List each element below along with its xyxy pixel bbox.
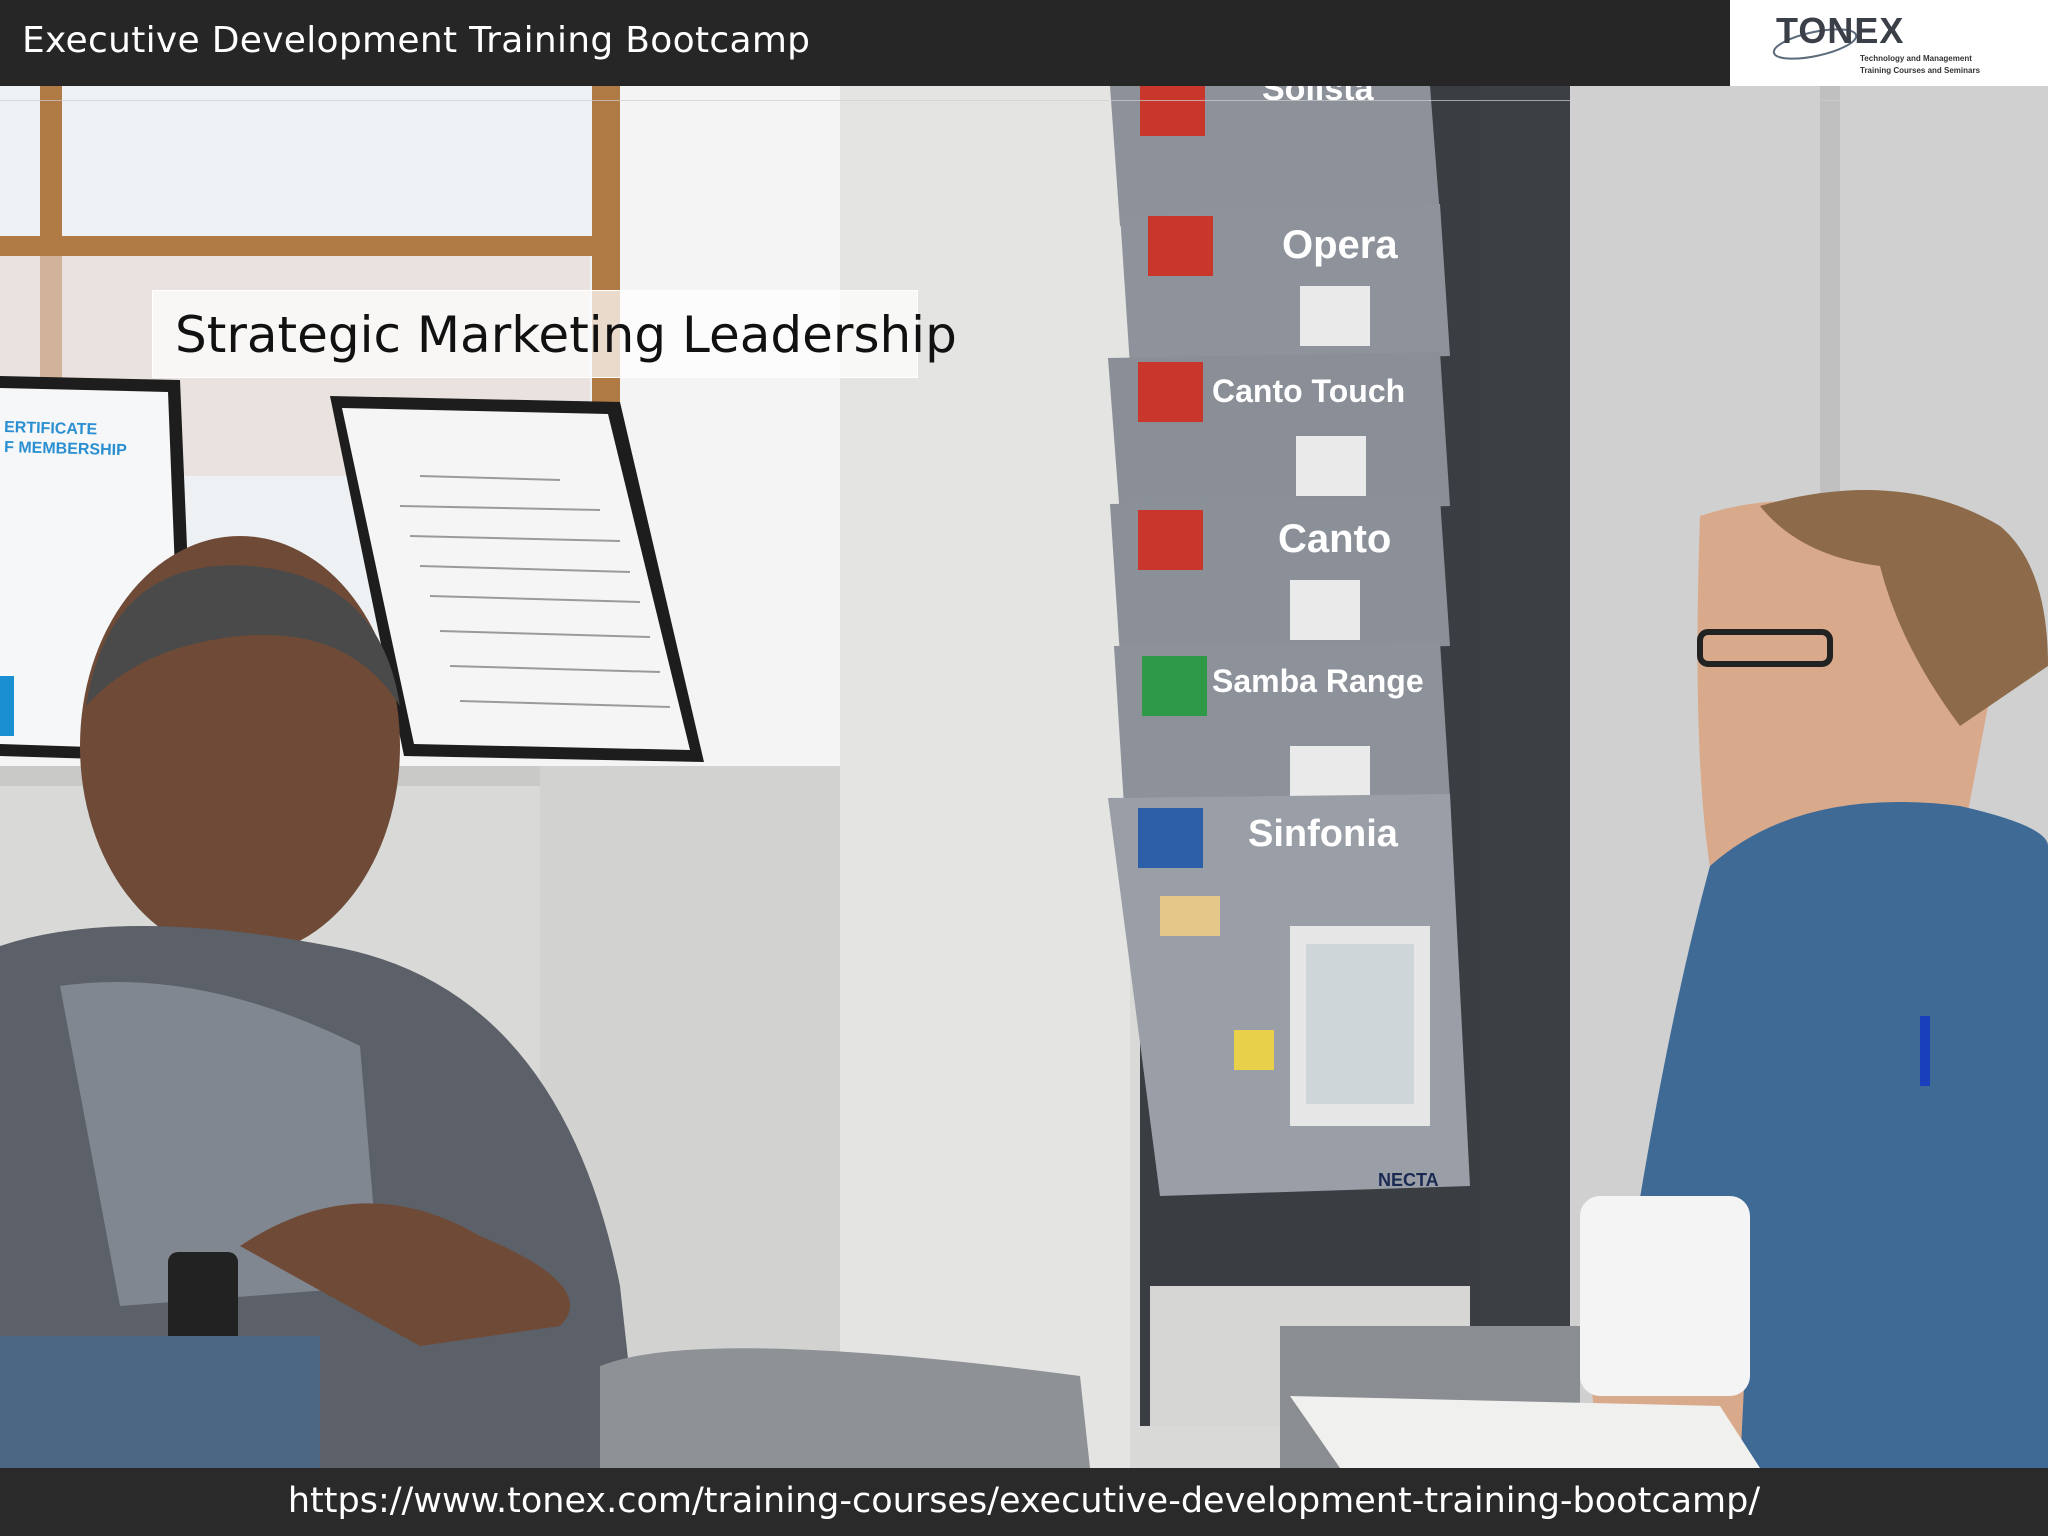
brochure-stack: Solista Opera Canto Touch Canto Samba Ra… <box>1108 86 1470 1196</box>
brochure-title-samba-range: Samba Range <box>1212 663 1424 699</box>
photo-meeting: ERTIFICATE F MEMBERSHIP Solista Opera Ca… <box>0 86 2048 1468</box>
logo-tagline-1: Technology and Management <box>1860 54 1972 63</box>
brochure-samba-range: Samba Range <box>1114 642 1450 806</box>
brochure-title-canto: Canto <box>1278 517 1391 561</box>
logo-wordmark: TONEX <box>1776 10 1905 51</box>
brochure-title-solista: Solista <box>1262 86 1375 108</box>
header-title: Executive Development Training Bootcamp <box>22 20 811 61</box>
brochure-title-sinfonia: Sinfonia <box>1248 813 1399 855</box>
tonex-logo: TONEX Technology and Management Training… <box>1730 0 2048 86</box>
brochure-solista: Solista <box>1110 86 1440 226</box>
brochure-footer-necta: NECTA <box>1378 1170 1439 1190</box>
brochure-title-canto-touch: Canto Touch <box>1212 373 1405 409</box>
brochure-opera: Opera <box>1120 204 1450 366</box>
certificate-heading-2: F MEMBERSHIP <box>4 439 127 459</box>
header-bar: Executive Development Training Bootcamp <box>0 0 1730 86</box>
brochure-title-opera: Opera <box>1282 223 1398 267</box>
brochure-sinfonia: Sinfonia NECTA <box>1108 794 1470 1196</box>
slide-title: Strategic Marketing Leadership <box>175 306 957 364</box>
brochure-canto: Canto <box>1110 498 1450 656</box>
certificate-heading-1: ERTIFICATE <box>4 419 98 438</box>
header-divider <box>0 100 2048 101</box>
slide-title-box: Strategic Marketing Leadership <box>152 290 957 378</box>
logo-tagline-2: Training Courses and Seminars <box>1860 66 1981 75</box>
brochure-canto-touch: Canto Touch <box>1108 352 1450 516</box>
footer-bar: https://www.tonex.com/training-courses/e… <box>0 1468 2048 1536</box>
footer-url-link[interactable]: https://www.tonex.com/training-courses/e… <box>0 1481 2048 1521</box>
